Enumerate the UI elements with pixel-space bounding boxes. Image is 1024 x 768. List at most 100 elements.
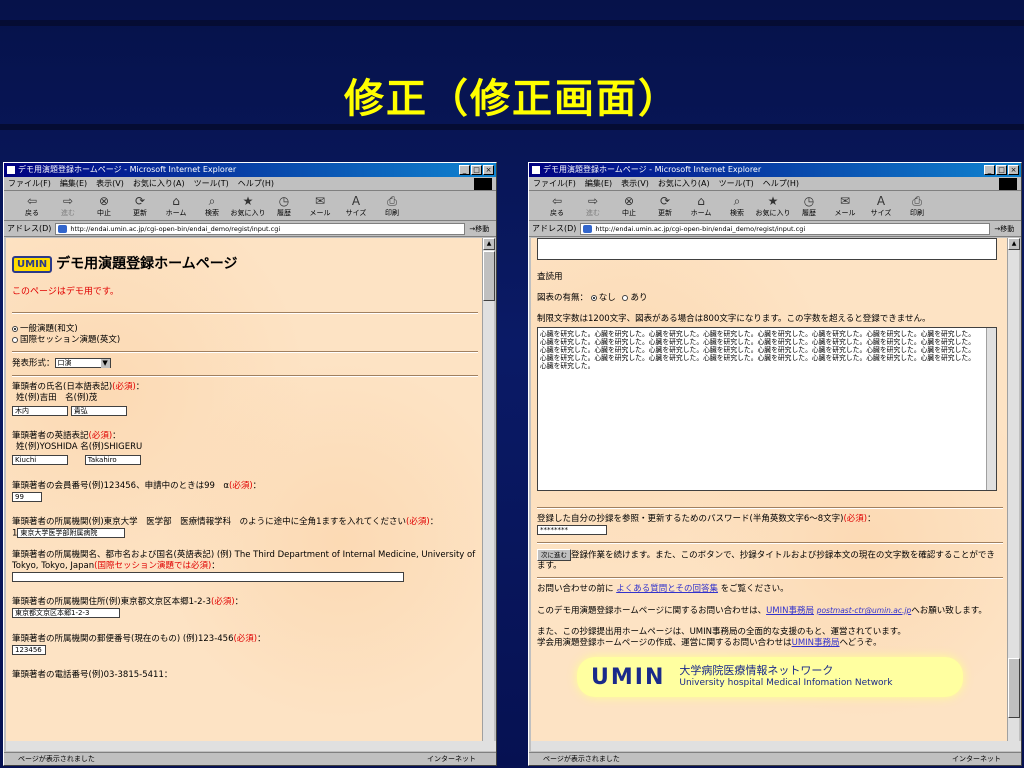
stop-button[interactable]: ⊗ 中止 [611,194,647,218]
menu-view[interactable]: 表示(V) [621,178,649,189]
affiliation-label: 筆頭著者の所属機関(例)東京大学 医学部 医療情報学科 のように途中に全角1ます… [12,517,439,527]
scroll-up-icon[interactable]: ▲ [1008,238,1020,250]
demo-notice: このページはデモ用です。 [12,287,119,297]
format-select[interactable]: 口演 ▼ [54,358,111,368]
size-button[interactable]: A サイズ [338,194,374,218]
minimize-button[interactable]: _ [459,165,470,175]
go-button[interactable]: →移動 [994,224,1014,234]
banner-jp: 大学病院医療情報ネットワーク [679,664,834,677]
menu-file[interactable]: ファイル(F) [533,178,576,189]
affiliation-input[interactable]: 東京大学医学部附属病院 [17,528,126,538]
radio-figure-yes[interactable] [622,294,629,301]
title-bar: デモ用演題登録ホームページ - Microsoft Internet Explo… [4,163,496,177]
history-button[interactable]: ◷ 履歴 [791,194,827,218]
postal-label: 筆頭著者の所属機関の郵便番号(現在のもの) (例)123-456(必須)： [12,633,266,644]
home-button[interactable]: ⌂ ホーム [158,194,194,218]
menu-favorites[interactable]: お気に入り(A) [133,178,185,189]
menu-favorites[interactable]: お気に入り(A) [658,178,710,189]
umin-banner[interactable]: UMIN 大学病院医療情報ネットワーク University hospital … [577,657,963,697]
radio-intl[interactable] [12,336,18,343]
home-button[interactable]: ⌂ ホーム [683,194,719,218]
horizontal-scrollbar[interactable] [531,741,1021,751]
print-button[interactable]: ⎙ 印刷 [899,194,935,218]
radio-figure-none[interactable] [590,294,597,301]
mail-button[interactable]: ✉ メール [302,194,338,218]
name-jp-last-input[interactable]: 木内 [12,405,68,416]
search-button[interactable]: ⌕ 検索 [719,194,755,218]
status-text: ページが表示されました [543,755,620,763]
title-bar: デモ用演題登録ホームページ - Microsoft Internet Explo… [529,163,1021,177]
support-line: 学会用演題登録ホームページの作成、運営に関するお問い合わせはUMIN事務局へどう… [537,638,882,648]
forward-button[interactable]: ⇨ 進む [50,194,86,218]
minimize-button[interactable]: _ [984,165,995,175]
postal-input[interactable]: 123456 [12,644,46,655]
abstract-textarea[interactable]: 心臓を研究した。心臓を研究した。心臓を研究した。心臓を研究した。心臓を研究した。… [537,327,997,491]
refresh-button[interactable]: ⟳ 更新 [647,194,683,218]
header-stripe-lower [0,124,1024,130]
favorites-button[interactable]: ★ お気に入り [755,194,791,218]
menu-tools[interactable]: ツール(T) [719,178,754,189]
refresh-button[interactable]: ⟳ 更新 [122,194,158,218]
windows-logo-icon [999,178,1017,190]
favorites-button[interactable]: ★ お気に入り [230,194,266,218]
vertical-scrollbar[interactable]: ▲ [1007,238,1020,743]
go-button[interactable]: →移動 [469,224,489,234]
address-input[interactable]: 東京都文京区本郷1-2-3 [12,608,120,618]
favorites-icon: ★ [242,194,254,208]
radio-general[interactable] [12,325,18,332]
mail-button[interactable]: ✉ メール [827,194,863,218]
page-content: 査読用 図表の有無： なし あり 制限文字数は1200文字、図表がある場合は80… [531,238,1009,743]
forward-arrow-icon: ⇨ [62,194,74,208]
stop-icon: ⊗ [623,194,635,208]
member-input[interactable]: 99 [12,491,42,502]
scroll-thumb[interactable] [483,251,495,301]
affiliation-en-input[interactable] [12,571,404,582]
close-button[interactable]: × [483,165,494,175]
vertical-scrollbar[interactable]: ▲ [482,238,495,743]
name-en-last-input[interactable]: Kiuchi [12,455,68,465]
password-input[interactable]: ******** [537,525,607,535]
menu-edit[interactable]: 編集(E) [585,178,612,189]
next-button[interactable]: 次に進む [537,548,571,561]
history-icon: ◷ [803,194,815,208]
search-button[interactable]: ⌕ 検索 [194,194,230,218]
scroll-up-icon[interactable]: ▲ [483,238,495,250]
faq-link[interactable]: よくある質問とその回答集 [616,584,718,594]
contact-line: このデモ用演題登録ホームページに関するお問い合わせは、UMIN事務局 postm… [537,606,987,616]
address-input[interactable]: http://endai.umin.ac.jp/cgi-open-bin/end… [580,222,991,235]
previous-textarea[interactable] [537,238,997,260]
format-row: 発表形式： 口演 ▼ [12,358,478,370]
menu-help[interactable]: ヘルプ(H) [238,178,274,189]
page-heading: デモ用演題登録ホームページ [56,256,238,272]
contact-link[interactable]: UMIN事務局 [766,606,814,616]
address-input[interactable]: http://endai.umin.ac.jp/cgi-open-bin/end… [55,222,466,235]
contact-email-link[interactable]: postmast-ctr@umin.ac.jp [817,606,912,615]
close-button[interactable]: × [1008,165,1019,175]
stop-button[interactable]: ⊗ 中止 [86,194,122,218]
size-button[interactable]: A サイズ [863,194,899,218]
history-button[interactable]: ◷ 履歴 [266,194,302,218]
menu-file[interactable]: ファイル(F) [8,178,51,189]
menu-view[interactable]: 表示(V) [96,178,124,189]
refresh-icon: ⟳ [134,194,146,208]
support-link[interactable]: UMIN事務局 [792,638,840,648]
maximize-button[interactable]: □ [471,165,482,175]
back-button[interactable]: ⇦ 戻る [539,194,575,218]
ie-icon [6,165,16,175]
radio-general-row[interactable]: 一般演題(和文) [12,324,478,335]
radio-intl-row[interactable]: 国際セッション演題(英文) [12,335,478,346]
forward-button[interactable]: ⇨ 進む [575,194,611,218]
textarea-scrollbar[interactable] [986,328,996,490]
ie-icon [531,165,541,175]
maximize-button[interactable]: □ [996,165,1007,175]
scroll-thumb[interactable] [1008,658,1020,718]
menu-bar: ファイル(F) 編集(E) 表示(V) お気に入り(A) ツール(T) ヘルプ(… [4,177,496,191]
name-jp-first-input[interactable]: 貴弘 [70,405,127,416]
name-en-first-input[interactable]: Takahiro [84,455,141,465]
menu-edit[interactable]: 編集(E) [60,178,87,189]
horizontal-scrollbar[interactable] [6,741,496,751]
menu-help[interactable]: ヘルプ(H) [763,178,799,189]
print-button[interactable]: ⎙ 印刷 [374,194,410,218]
menu-tools[interactable]: ツール(T) [194,178,229,189]
back-button[interactable]: ⇦ 戻る [14,194,50,218]
